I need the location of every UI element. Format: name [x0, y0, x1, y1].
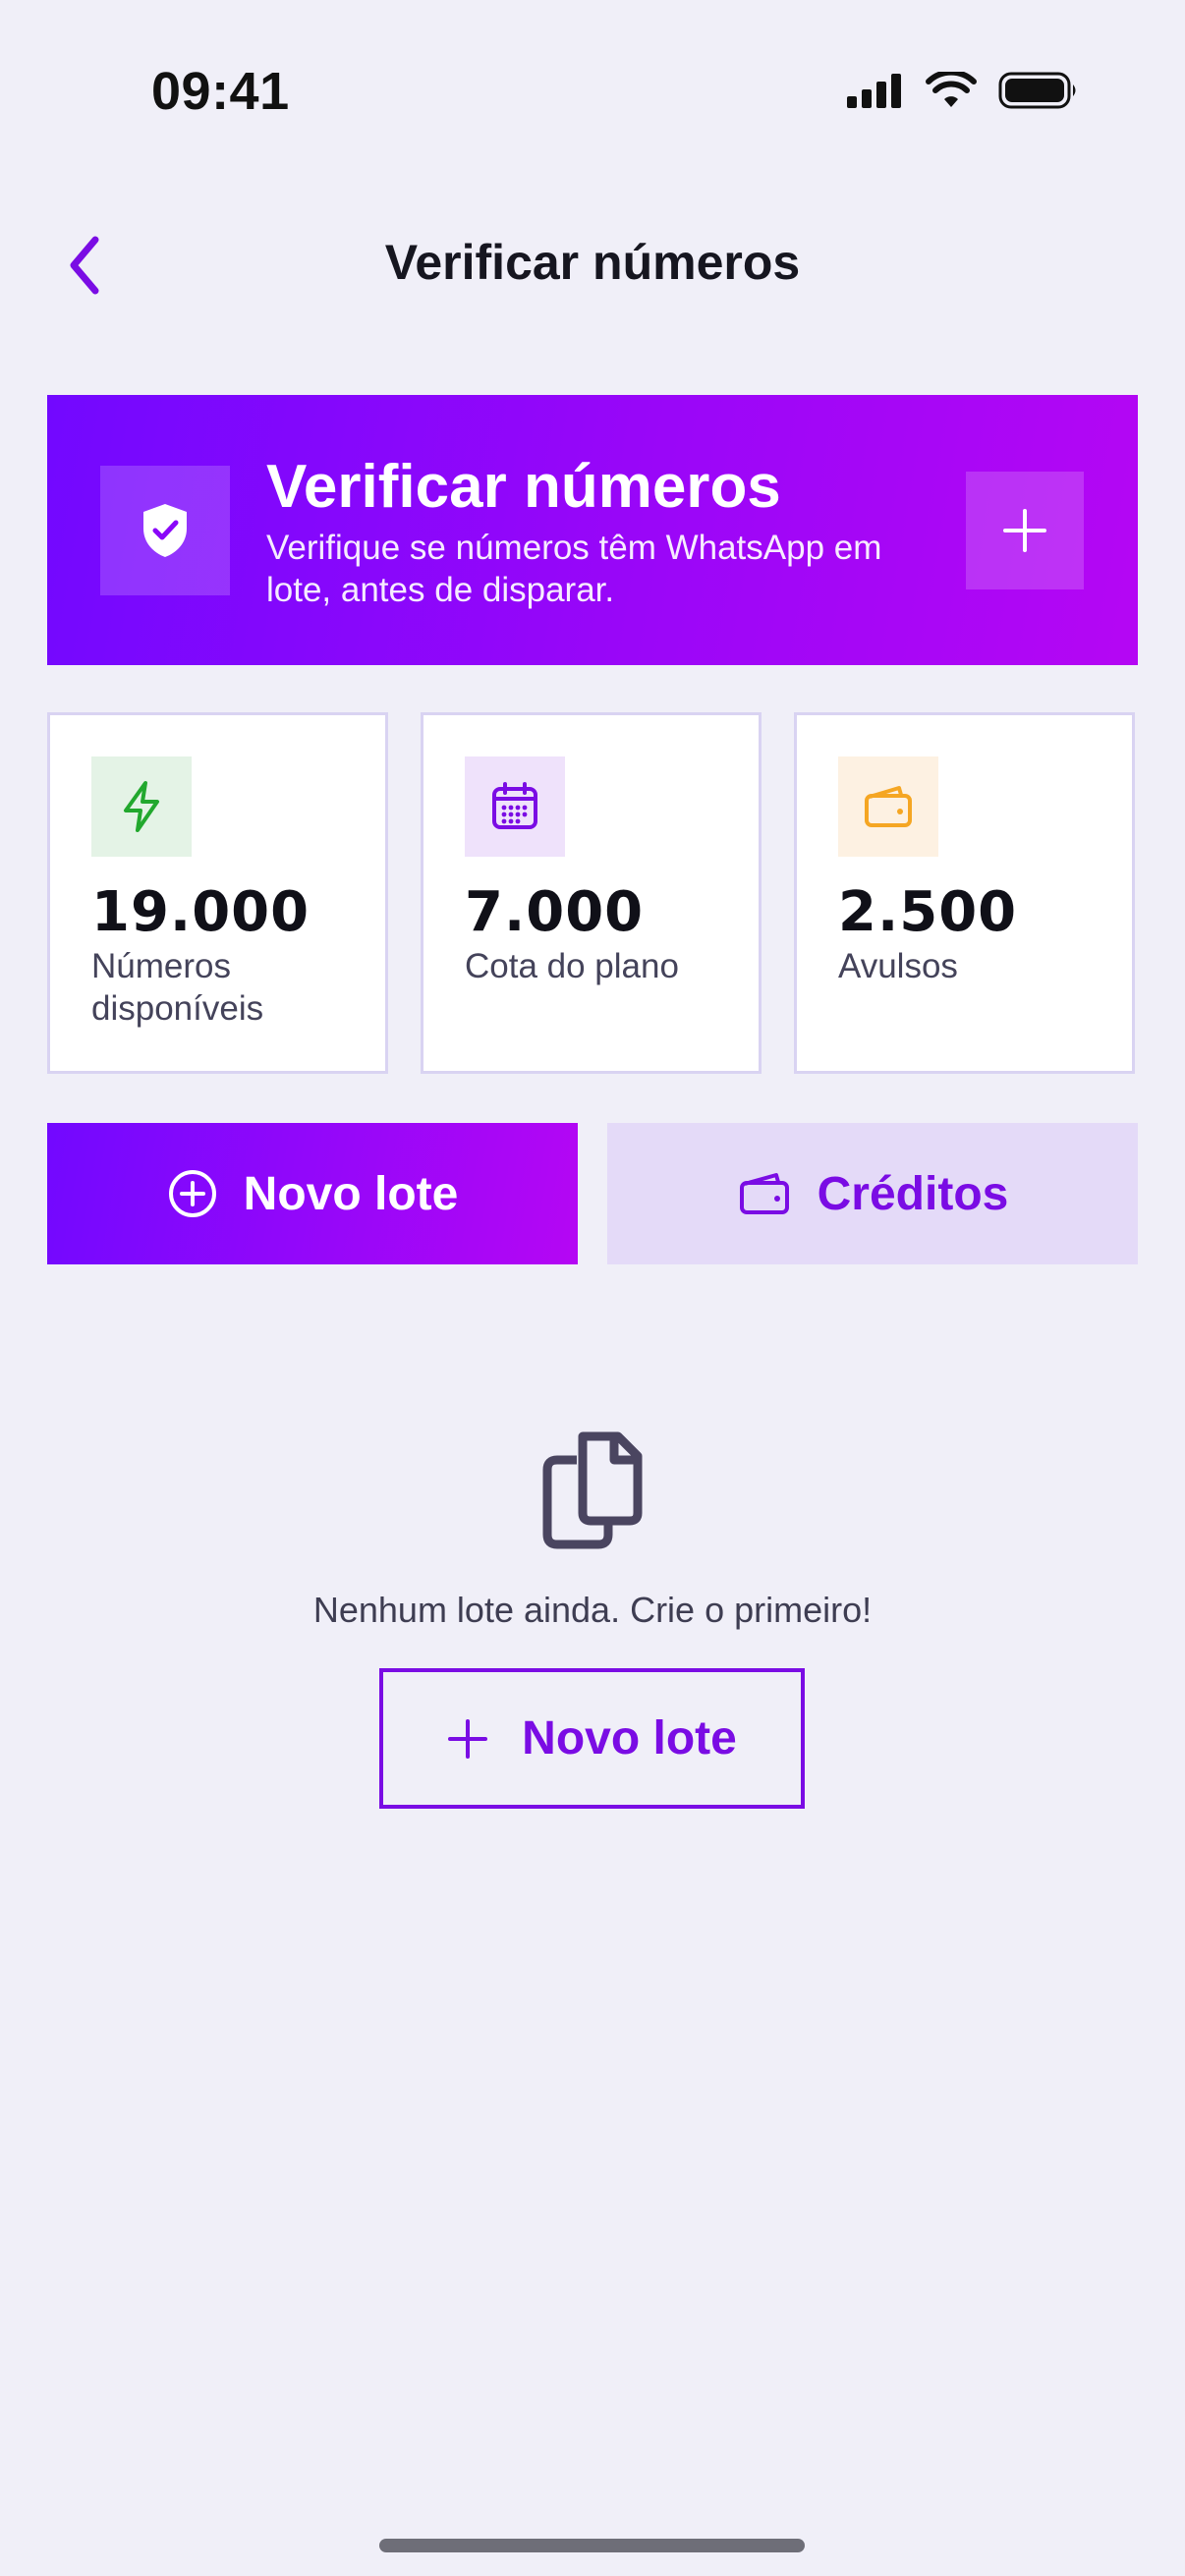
plus-circle-icon [168, 1170, 216, 1217]
hero-description: Verifique se números têm WhatsApp em lot… [266, 529, 882, 609]
new-batch-button[interactable]: Novo lote [47, 1123, 578, 1264]
empty-state-message: Nenhum lote ainda. Crie o primeiro! [312, 1590, 873, 1630]
stat-icon-badge [838, 756, 938, 857]
hero-title: Verificar números [266, 453, 781, 521]
status-time: 09:41 [151, 62, 290, 121]
credits-label: Créditos [817, 1167, 1009, 1220]
wifi-icon [926, 72, 977, 107]
shield-check-icon [143, 504, 187, 557]
stat-label: Números disponíveis [91, 947, 264, 1028]
credits-button[interactable]: Créditos [607, 1123, 1138, 1264]
lightning-icon [124, 781, 159, 832]
stat-card-single: 2.500 Avulsos [794, 712, 1135, 1074]
hero-add-button[interactable] [966, 472, 1084, 589]
battery-icon [998, 72, 1076, 109]
cellular-signal-icon [847, 74, 901, 108]
stat-card-available: 19.000 Números disponíveis [47, 712, 388, 1074]
plus-icon [448, 1718, 488, 1759]
stat-value: 19.000 [91, 880, 310, 944]
stat-label: Cota do plano [465, 947, 679, 985]
stat-value: 7.000 [465, 880, 645, 944]
wallet-icon [865, 786, 912, 827]
calendar-icon [492, 782, 537, 829]
stat-value: 2.500 [838, 880, 1018, 944]
status-icons [845, 71, 1079, 110]
hero-shield-badge [100, 466, 230, 595]
plus-icon [1003, 509, 1046, 552]
stat-icon-badge [465, 756, 565, 857]
stat-icon-badge [91, 756, 192, 857]
home-indicator[interactable] [379, 2539, 805, 2552]
page-title: Verificar números [384, 235, 801, 290]
new-batch-label: Novo lote [243, 1167, 459, 1220]
stat-card-plan-quota: 7.000 Cota do plano [421, 712, 762, 1074]
empty-new-batch-label: Novo lote [522, 1712, 737, 1764]
hero-banner: Verificar números Verifique se números t… [47, 395, 1138, 665]
documents-icon [542, 1431, 643, 1549]
wallet-icon [739, 1173, 789, 1214]
empty-new-batch-button[interactable]: Novo lote [379, 1668, 805, 1809]
stat-label: Avulsos [838, 947, 958, 985]
